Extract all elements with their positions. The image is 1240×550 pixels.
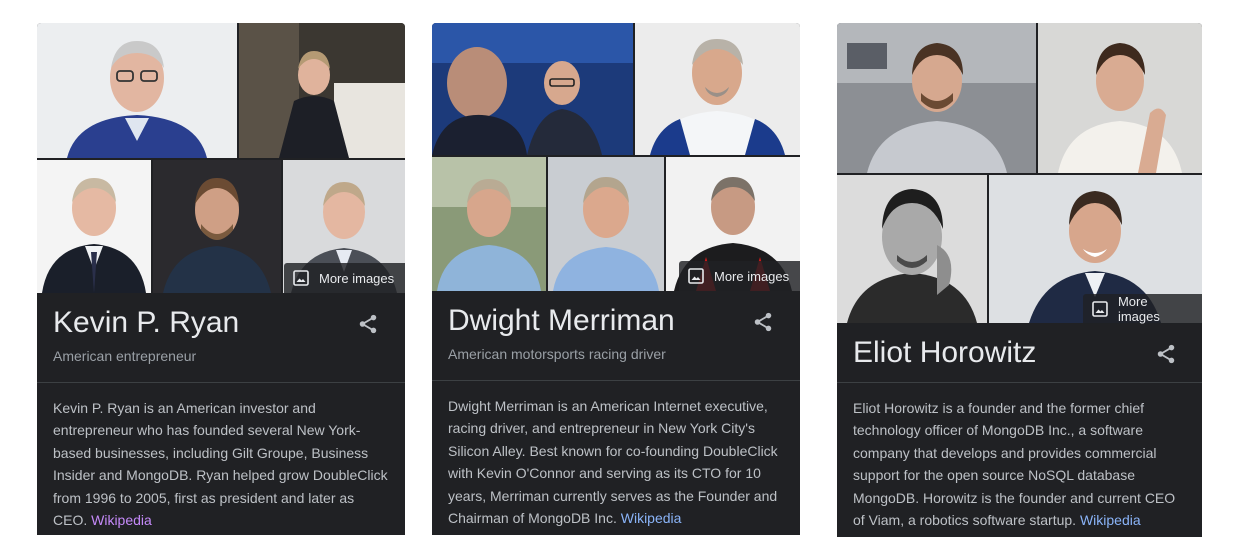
divider (837, 382, 1202, 383)
description-text: Dwight Merriman is an American Internet … (448, 398, 778, 527)
knowledge-card-dwight-merriman: More images Dwight Merriman American mot… (432, 23, 800, 535)
photo-2[interactable] (635, 23, 800, 155)
image-icon (293, 270, 309, 286)
wikipedia-link[interactable]: Wikipedia (1080, 512, 1141, 528)
divider (37, 382, 405, 383)
entity-description: Kevin P. Ryan is an American investor an… (53, 397, 391, 531)
photo-2[interactable] (1038, 23, 1202, 173)
share-icon[interactable] (752, 311, 774, 333)
entity-description: Dwight Merriman is an American Internet … (448, 395, 786, 529)
share-icon[interactable] (1155, 343, 1177, 365)
photo-4[interactable] (153, 160, 281, 293)
image-icon (688, 268, 704, 284)
photo-1[interactable] (37, 23, 237, 158)
knowledge-card-eliot-horowitz: More images Eliot Horowitz Eliot Horowit… (837, 23, 1202, 537)
photo-3[interactable] (432, 157, 546, 291)
entity-subtitle: American entrepreneur (53, 348, 197, 364)
more-images-label: More images (319, 270, 395, 286)
more-images-button[interactable]: More images (679, 261, 800, 291)
photo-2[interactable] (239, 23, 405, 158)
divider (432, 380, 800, 381)
share-icon[interactable] (357, 313, 379, 335)
wikipedia-link[interactable]: Wikipedia (91, 512, 152, 528)
entity-description: Eliot Horowitz is a founder and the form… (853, 397, 1188, 531)
more-images-button[interactable]: More images (1083, 294, 1202, 324)
photo-4[interactable] (548, 157, 664, 291)
more-images-label: More images (714, 268, 790, 284)
image-icon (1092, 301, 1108, 317)
description-text: Eliot Horowitz is a founder and the form… (853, 400, 1176, 529)
wikipedia-link[interactable]: Wikipedia (621, 510, 682, 526)
photo-3[interactable] (37, 160, 151, 293)
entity-title: Eliot Horowitz (853, 336, 1037, 369)
entity-subtitle: American motorsports racing driver (448, 346, 666, 362)
photo-3[interactable] (837, 175, 987, 323)
description-text: Kevin P. Ryan is an American investor an… (53, 400, 388, 529)
photo-1[interactable] (837, 23, 1036, 173)
more-images-label: More images (1117, 294, 1160, 324)
more-images-button[interactable]: More images (284, 263, 405, 293)
entity-title: Kevin P. Ryan (53, 306, 240, 339)
photo-1[interactable] (432, 23, 633, 155)
entity-title: Dwight Merriman (448, 304, 675, 337)
knowledge-card-kevin-ryan: More images Kevin P. Ryan American entre… (37, 23, 405, 535)
